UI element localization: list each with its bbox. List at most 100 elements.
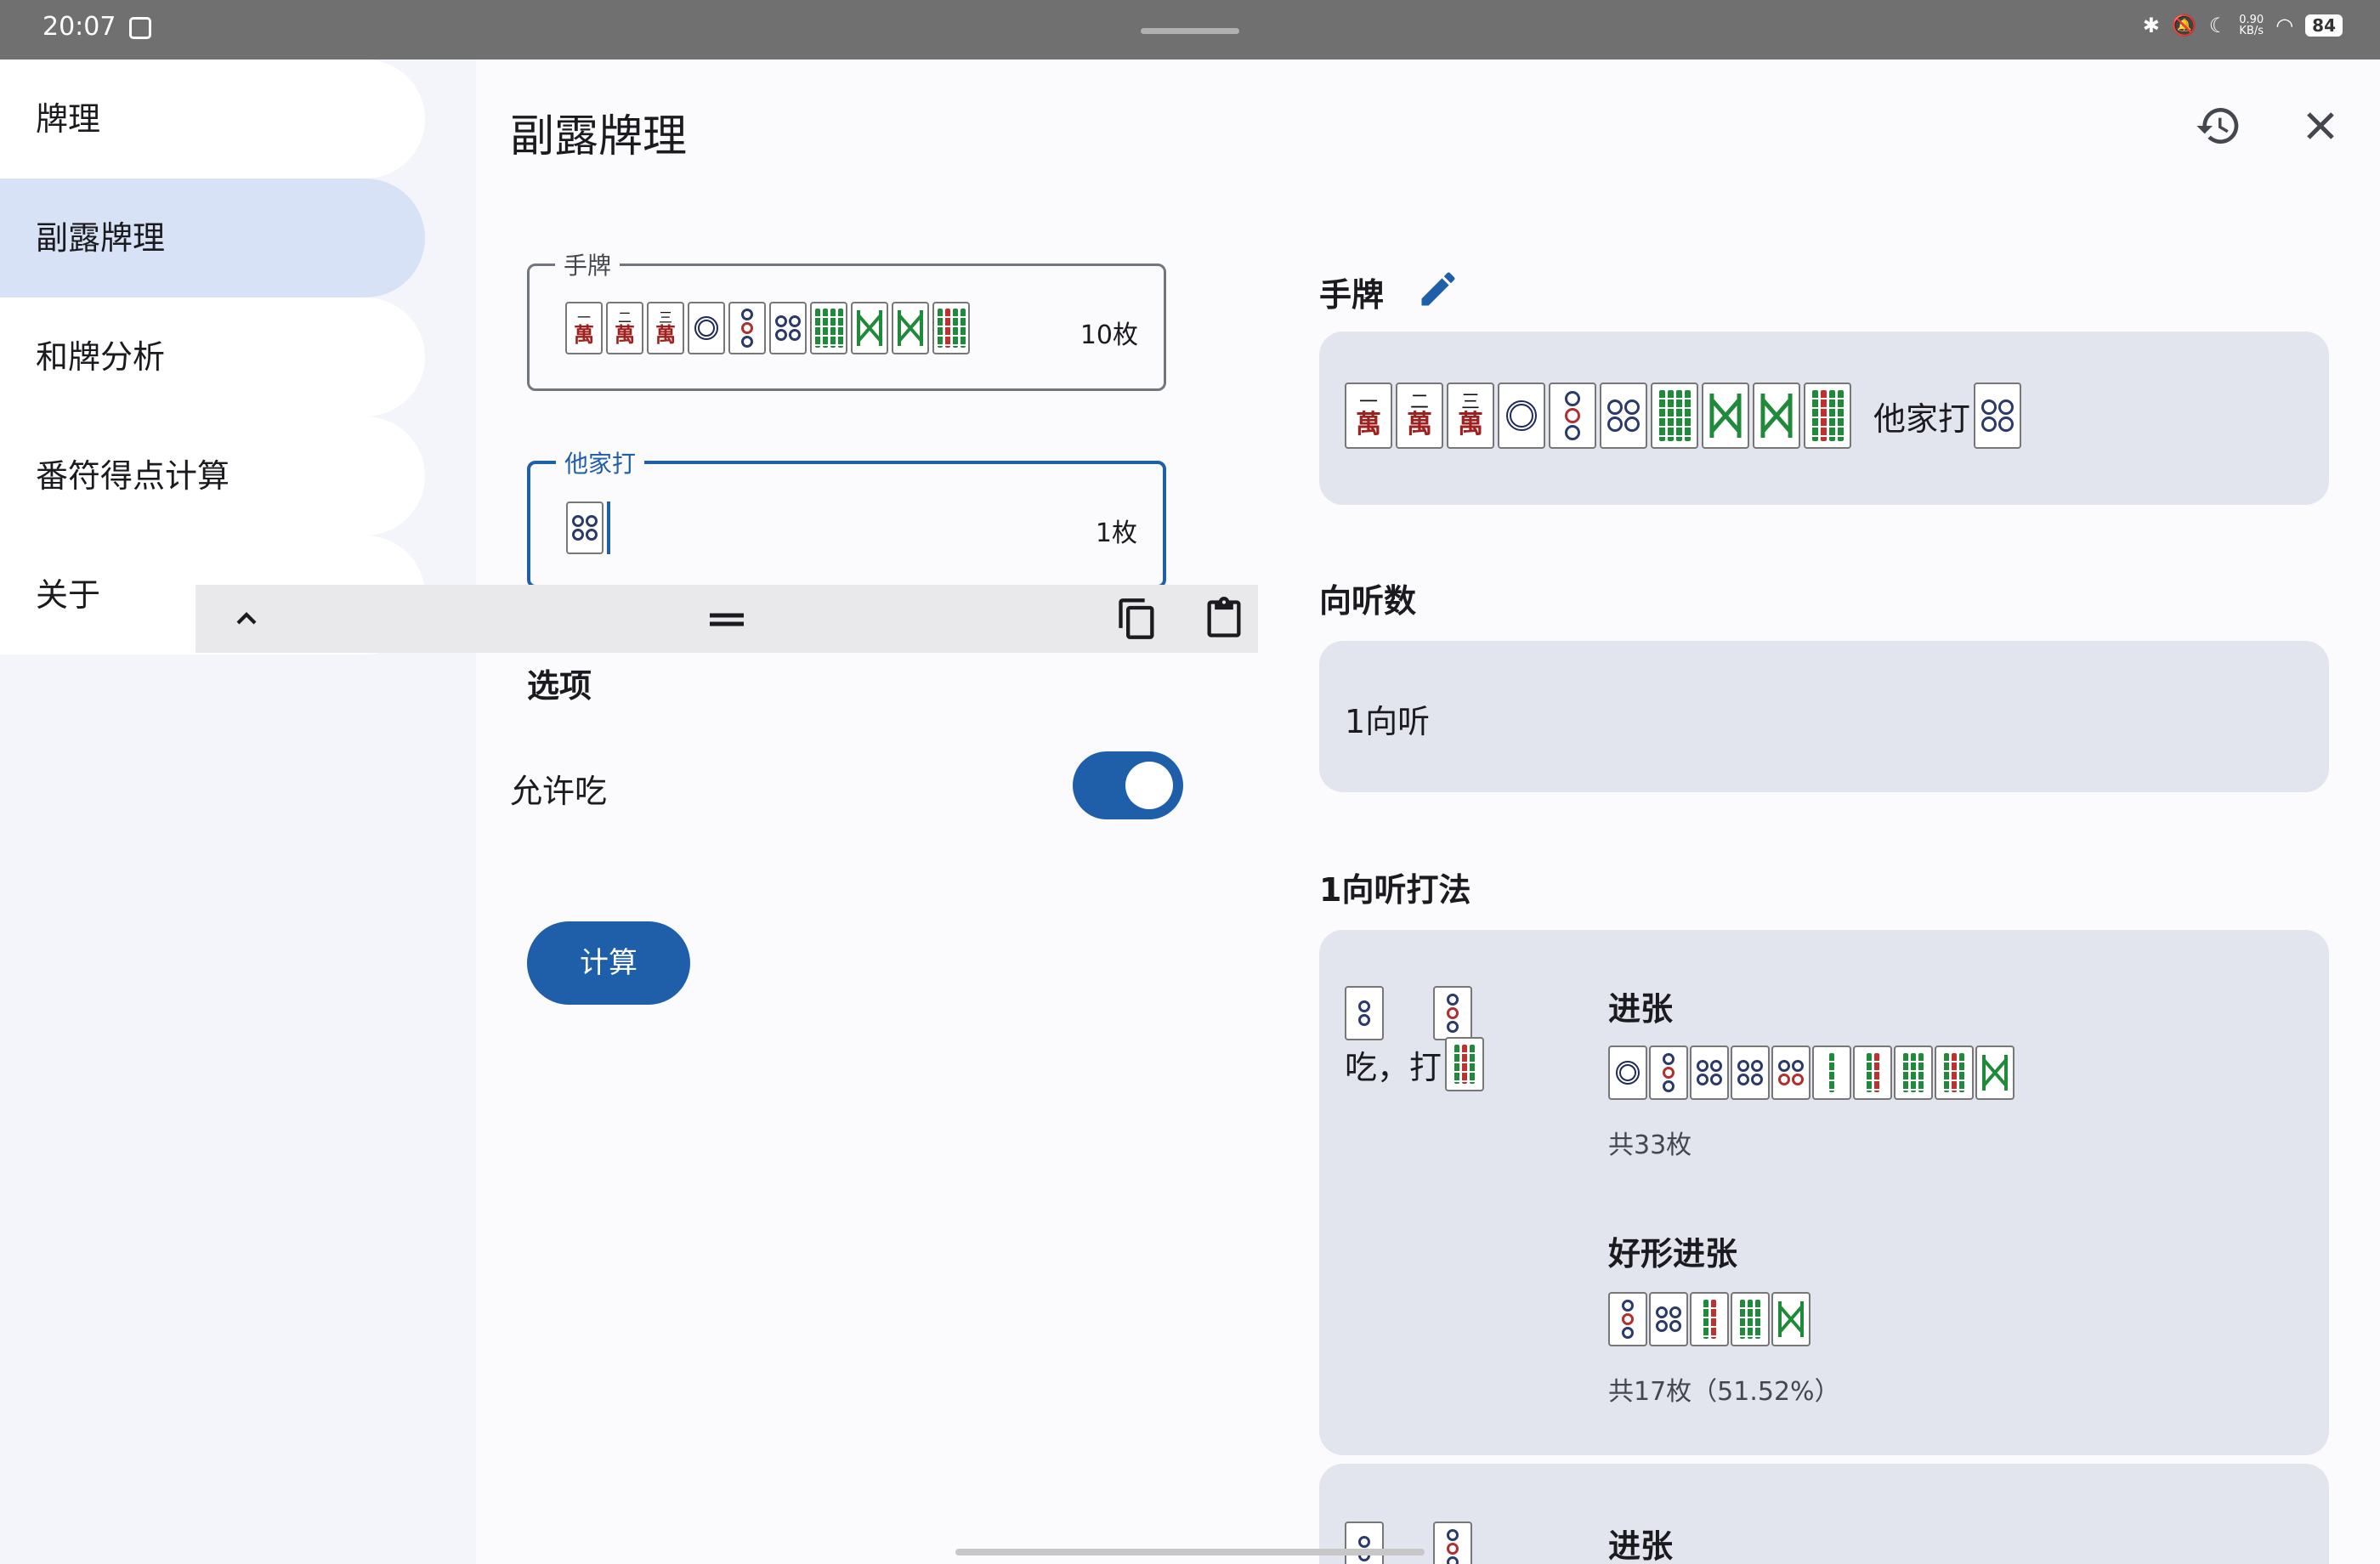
tile-4p [769,302,807,354]
result-hand-tiles: 一萬 二萬 三萬 他家打 [1345,382,2022,449]
tile-w [1771,1292,1810,1346]
result-hand-title: 手牌 [1319,276,1385,314]
tile-2m: 二萬 [1396,382,1443,449]
drag-handle-icon[interactable] [693,585,761,653]
tile-w [851,302,888,354]
result-hand-card: 一萬 二萬 三萬 他家打 [1319,332,2329,505]
good-draw-tiles [1608,1292,1810,1346]
status-icons: ✱ 🔕 ☾ 0.90 KB/s ◠ 84 [2143,14,2343,37]
tile-w [892,302,929,354]
tile-2s [1812,1046,1851,1100]
tile-3m: 三萬 [647,302,684,354]
home-indicator[interactable] [955,1549,1425,1556]
moon-icon: ☾ [2208,14,2228,37]
chevron-up-icon[interactable] [212,585,280,653]
tile-4p [1974,382,2022,449]
good-draw-count: 共17枚（51.52%） [1608,1377,1840,1407]
wifi-icon: ◠ [2275,14,2294,37]
tile-3s [1690,1292,1729,1346]
shanten-value: 1向听 [1345,703,1431,740]
tile-1p [1498,382,1545,449]
tile-3p [1608,1292,1647,1346]
other-discard-count: 1枚 [1095,518,1137,548]
strategy-card-2: 进张 [1319,1464,2329,1564]
draw-title-2: 进张 [1608,1527,1674,1564]
good-draw-title: 好形进张 [1608,1235,1738,1272]
meld-tiles [1345,986,1472,1040]
keyboard-toolbar [196,585,1258,653]
tile-5p [1731,1046,1770,1100]
other-discard-field-label: 他家打 [556,445,645,479]
other-discard-tiles [566,502,610,554]
tile-w [1702,382,1749,449]
sidebar-item-furo-pairi[interactable]: 副露牌理 [0,178,425,298]
tile-4p [566,502,604,554]
tile-4p [1690,1046,1729,1100]
tile-3p [1433,1522,1472,1564]
tile-2p [1345,986,1384,1040]
draw-title: 进张 [1608,990,1674,1028]
allow-chi-switch[interactable] [1073,751,1183,819]
tile-3p [1433,986,1472,1040]
paste-icon[interactable] [1190,585,1258,653]
tile-w [1975,1046,2014,1100]
draw-tiles [1608,1046,2014,1100]
tile-1m: 一萬 [565,302,603,354]
sidebar: 牌理 副露牌理 和牌分析 番符得点计算 关于 [0,60,476,1564]
tile-1p [1608,1046,1647,1100]
sidebar-item-pairi[interactable]: 牌理 [0,60,425,178]
tile-6s [1894,1046,1933,1100]
hand-field[interactable]: 手牌 一萬 二萬 三萬 10枚 [527,247,1166,391]
sidebar-item-score-calc[interactable]: 番符得点计算 [0,416,425,536]
window-handle[interactable] [1141,28,1239,34]
net-speed: 0.90 KB/s [2239,14,2264,37]
tile-9s [932,302,970,354]
switch-knob [1125,762,1173,809]
other-discard-field[interactable]: 他家打 1枚 [527,445,1166,588]
shanten-title: 向听数 [1319,582,1417,620]
tile-9s [1935,1046,1974,1100]
history-icon[interactable] [2184,92,2252,160]
tile-w [1753,382,1800,449]
tile-6p [1771,1046,1810,1100]
action-row: 吃，打 [1345,1037,1485,1091]
draw-count: 共33枚 [1608,1130,1692,1160]
strategy-card: 吃，打 进张 共33枚 好形进张 共17枚（51.52%） [1319,930,2329,1455]
tile-2p [1345,1522,1384,1564]
status-time: 20:07 [42,12,116,42]
status-bar: 20:07 ✱ 🔕 ☾ 0.90 KB/s ◠ 84 [0,0,2380,60]
tile-3p [1549,382,1596,449]
bluetooth-icon: ✱ [2142,14,2160,37]
tile-6s [1731,1292,1770,1346]
close-icon[interactable] [2286,92,2354,160]
tile-2m: 二萬 [606,302,643,354]
tile-1p [688,302,725,354]
result-other-discard-label: 他家打 [1873,400,1971,438]
text-cursor [607,502,610,554]
edit-icon[interactable] [1404,255,1472,323]
options-title: 选项 [527,667,592,705]
allow-chi-label: 允许吃 [510,773,608,810]
action-label: 吃，打 [1345,1048,1442,1086]
app-notification-icon [129,17,151,39]
tile-3s [1853,1046,1892,1100]
sidebar-item-hand-analysis[interactable]: 和牌分析 [0,298,425,416]
calculate-button[interactable]: 计算 [527,921,690,1005]
tile-3p [1649,1046,1688,1100]
page-title: 副露牌理 [510,111,688,162]
tile-5p [1649,1292,1688,1346]
tile-1m: 一萬 [1345,382,1392,449]
copy-icon[interactable] [1103,585,1171,653]
tile-3m: 三萬 [1447,382,1494,449]
meld-tiles-2 [1345,1522,1472,1564]
tile-8s [810,302,847,354]
hand-tiles: 一萬 二萬 三萬 [565,302,970,354]
tile-8s [1651,382,1698,449]
battery-icon: 84 [2305,14,2343,37]
tile-4p [1600,382,1647,449]
strategy-title: 1向听打法 [1319,871,1471,909]
mute-icon: 🔕 [2171,14,2197,37]
shanten-card: 1向听 [1319,641,2329,792]
tile-9s [1445,1037,1485,1091]
hand-field-label: 手牌 [555,247,620,281]
